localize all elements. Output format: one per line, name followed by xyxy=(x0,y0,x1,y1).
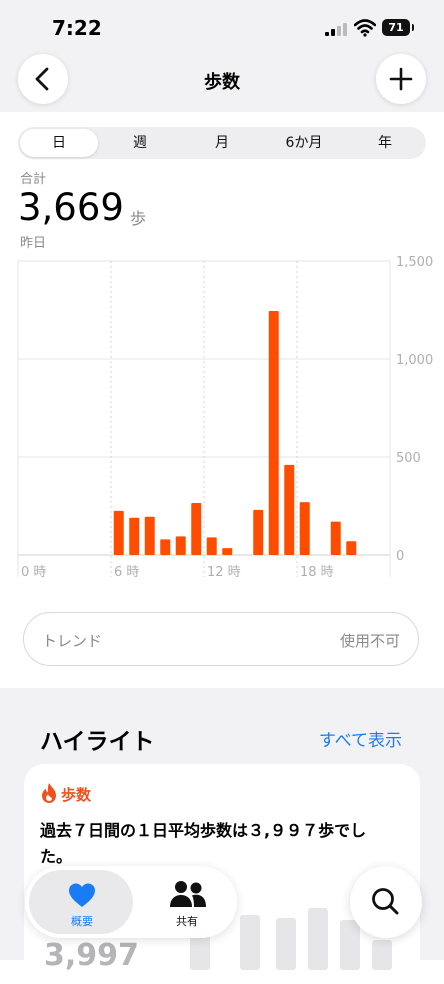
period-label: 昨日 xyxy=(20,236,47,251)
chart-bar xyxy=(113,510,124,555)
chart-bar xyxy=(191,503,202,555)
status-time: 7:22 xyxy=(52,16,102,40)
cellular-signal-icon xyxy=(325,22,347,36)
segment-six-months[interactable]: 6か月 xyxy=(264,127,344,159)
trend-status: 使用不可 xyxy=(339,632,400,650)
x-tick-label: 12 時 xyxy=(207,565,241,580)
search-icon xyxy=(372,888,399,915)
x-tick-label: 0 時 xyxy=(21,565,46,580)
card-chart-bar xyxy=(372,940,392,970)
chart-bar xyxy=(175,536,186,555)
y-tick-label: 500 xyxy=(396,451,421,466)
chart-bar xyxy=(129,517,140,555)
tab-sharing-label: 共有 xyxy=(176,915,198,928)
card-chart-bar xyxy=(240,915,260,970)
highlights-title: ハイライト xyxy=(40,729,155,755)
search-button[interactable] xyxy=(350,866,422,938)
y-tick-label: 1,500 xyxy=(396,255,433,270)
y-tick-label: 0 xyxy=(396,549,404,564)
wifi-icon xyxy=(354,19,376,37)
tab-sharing[interactable]: 共有 xyxy=(141,870,233,934)
battery-icon: 71 xyxy=(382,19,414,36)
total-label: 合計 xyxy=(20,172,47,187)
segment-month[interactable]: 月 xyxy=(182,127,262,159)
y-tick-label: 1,000 xyxy=(396,353,433,368)
segment-week[interactable]: 週 xyxy=(100,127,180,159)
chart-bar xyxy=(330,521,341,555)
steps-chart[interactable]: 0 500 1,000 1,500 0 時 6 時 12 時 18 時 xyxy=(0,252,444,582)
chart-bar xyxy=(144,516,155,555)
card-category-label: 歩数 xyxy=(61,786,92,804)
x-tick-label: 6 時 xyxy=(114,565,139,580)
chart-bar xyxy=(206,537,217,555)
segment-year[interactable]: 年 xyxy=(346,127,424,159)
chart-bar xyxy=(284,464,295,555)
heart-icon xyxy=(69,883,95,907)
total-steps-value: 3,669 xyxy=(18,186,124,229)
card-chart-bar xyxy=(308,908,328,970)
steps-unit: 歩 xyxy=(130,209,147,228)
flame-icon xyxy=(42,783,56,803)
tab-bar: 概要 共有 xyxy=(25,866,237,938)
add-data-button[interactable] xyxy=(376,54,426,104)
tab-overview[interactable]: 概要 xyxy=(29,870,133,934)
chart-bar xyxy=(346,541,357,555)
trend-row[interactable]: トレンド 使用不可 xyxy=(23,612,419,666)
show-all-link[interactable]: すべて表示 xyxy=(319,726,402,751)
card-chart-bar xyxy=(276,918,296,970)
people-icon xyxy=(170,881,206,907)
chart-bar xyxy=(268,310,279,555)
highlight-text: 過去７日間の１日平均歩数は３,９９７歩でした。 xyxy=(40,821,367,866)
time-range-segmented-control: 日 週 月 6か月 年 xyxy=(18,127,426,159)
card-average-value: 3,997 xyxy=(44,938,139,973)
x-tick-label: 18 時 xyxy=(300,565,334,580)
tab-overview-label: 概要 xyxy=(71,915,93,928)
plus-icon xyxy=(389,67,413,91)
trend-label: トレンド xyxy=(42,632,103,650)
segment-day[interactable]: 日 xyxy=(20,129,98,157)
chart-bar xyxy=(253,509,264,555)
chart-bar xyxy=(299,502,310,555)
chart-bar xyxy=(222,548,233,555)
status-bar: 7:22 71 xyxy=(0,0,444,52)
chart-bar xyxy=(160,539,171,555)
